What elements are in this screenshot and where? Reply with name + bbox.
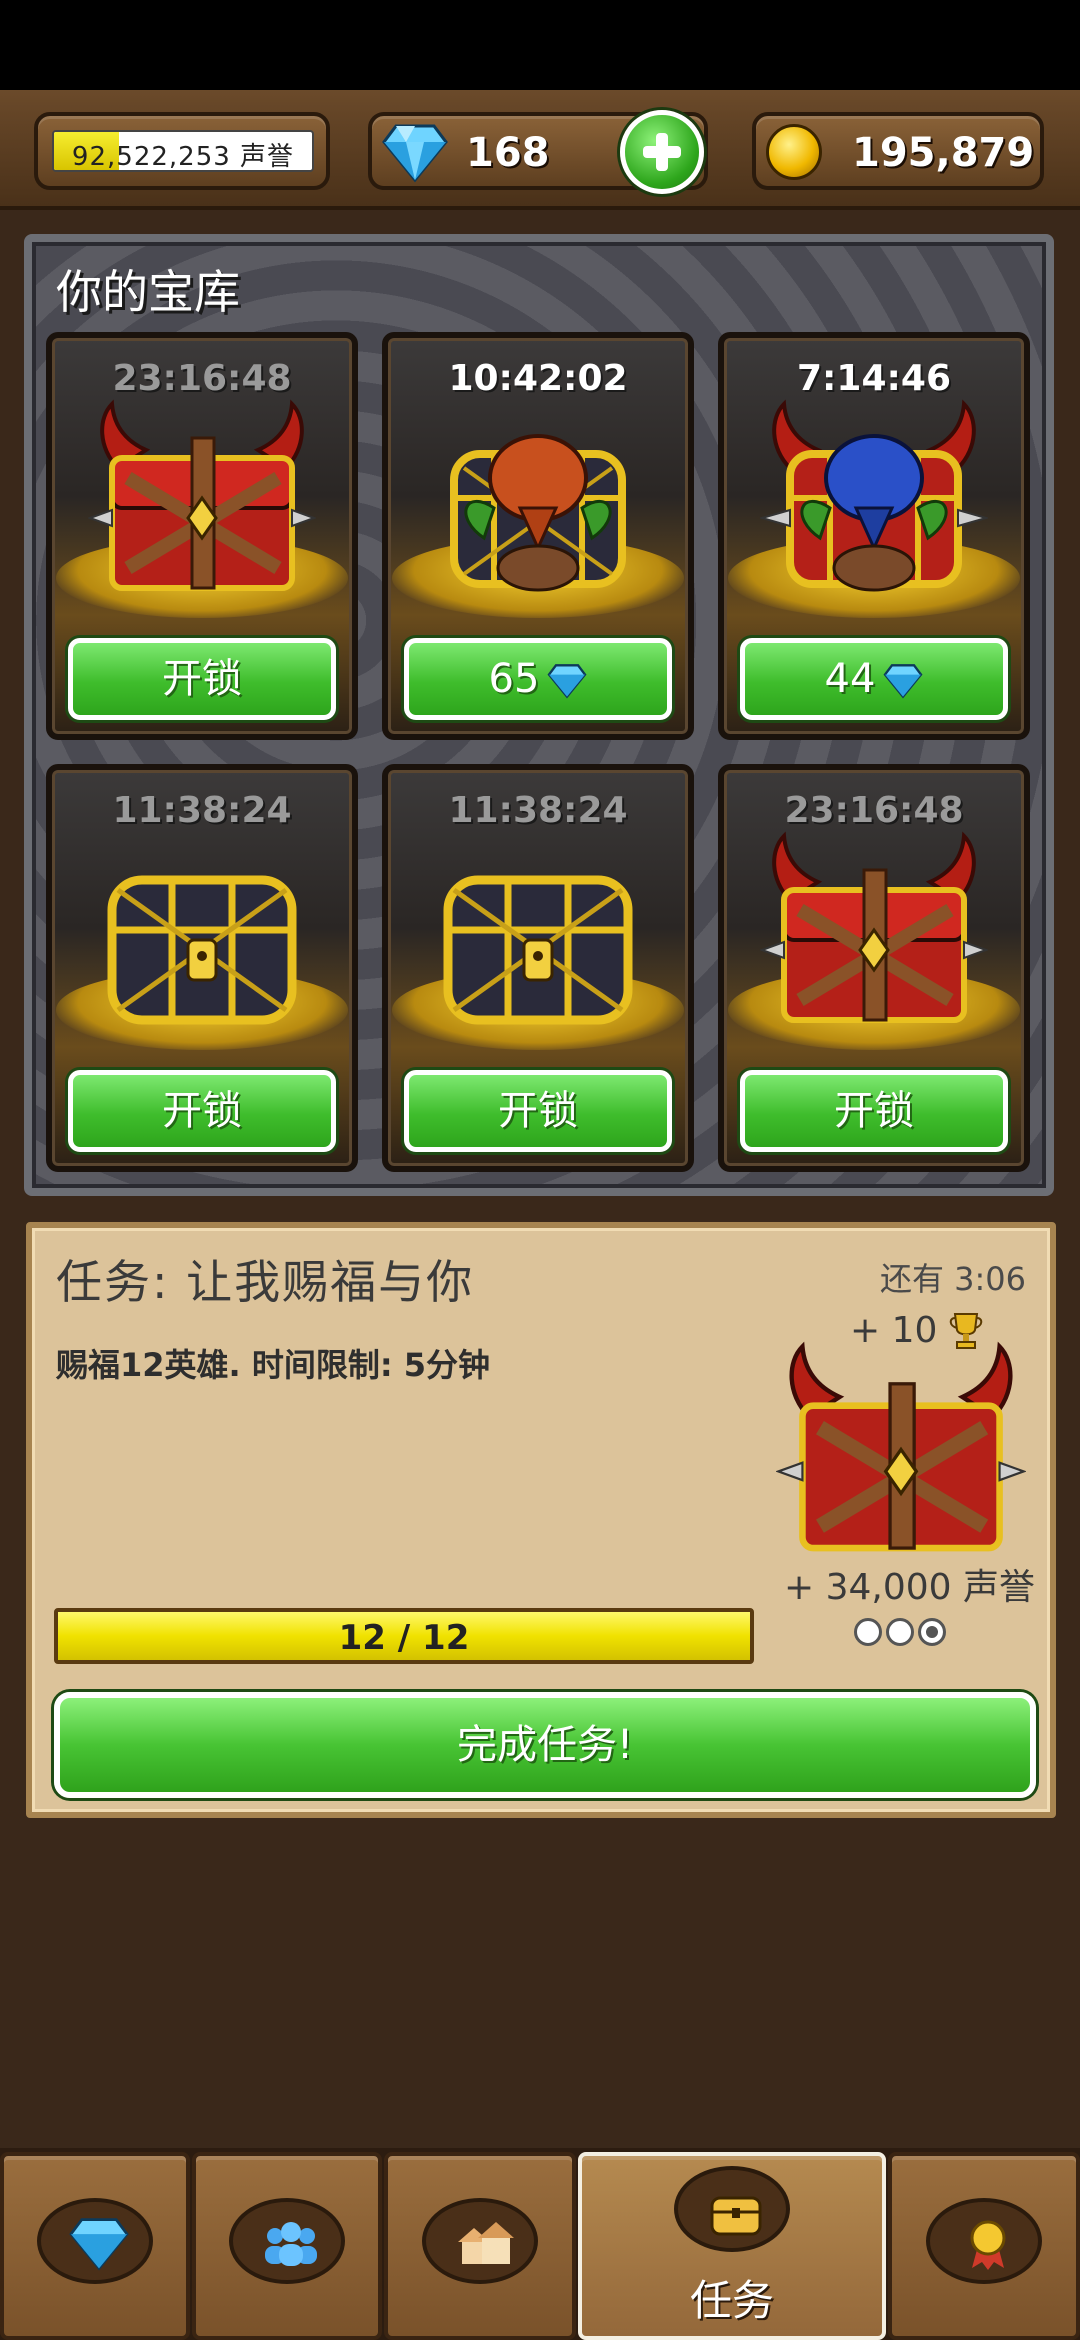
village-icon [458,2222,514,2264]
cage-chest-red-hood-icon [450,434,626,592]
red-horned-chest-icon [760,831,988,1023]
tab-achievements[interactable] [888,2152,1080,2340]
tab-icon-backing [674,2166,790,2252]
reward-chest-icon [776,1341,1026,1552]
gem-cost-value: 44 [824,656,876,702]
chest-timer: 11:38:24 [112,790,292,831]
quest-stars [854,1618,950,1650]
gold-lattice-chest-icon [443,875,633,1025]
chest-timer: 11:38:24 [448,790,628,831]
quest-title: 任务: 让我赐福与你 [56,1255,475,1309]
gem-panel: 168 [368,110,708,194]
gold-panel: 195,879 [752,112,1044,190]
tab-icon-backing [422,2198,538,2284]
gem-icon [382,124,448,183]
heroes-icon [265,2222,317,2266]
chest-timer: 23:16:48 [784,790,964,831]
unlock-button[interactable]: 开锁 [740,1070,1008,1152]
tab-gems[interactable] [0,2152,190,2340]
chest-card[interactable]: 10:42:02 65 [382,332,694,740]
gem-unlock-button[interactable]: 65 [404,638,672,720]
unlock-button[interactable]: 开锁 [68,638,336,720]
bottom-nav: 任务 [0,2148,1080,2340]
chest-timer: 7:14:46 [796,358,952,399]
unlock-button-label: 开锁 [162,656,242,702]
chest-timer: 10:42:02 [448,358,628,399]
tab-quests-label: 任务 [689,2276,774,2325]
chest-card[interactable]: 23:16:48 开锁 [46,332,358,740]
gold-coin-icon [766,124,822,180]
quest-star [886,1618,914,1646]
resource-bar: 92,522,253 声誉 168 195,879 [0,90,1080,210]
quest-description: 赐福12英雄. 时间限制: 5分钟 [56,1346,491,1384]
quest-star [854,1618,882,1646]
chest-card[interactable]: 7:14:46 44 [718,332,1030,740]
chest-timer: 23:16:48 [112,358,292,399]
vault-title: 你的宝库 [56,265,240,319]
tab-icon-backing [926,2198,1042,2284]
chest-icon [710,2196,762,2236]
chest-card[interactable]: 11:38:24 开锁 [46,764,358,1172]
gem-unlock-button[interactable]: 44 [740,638,1008,720]
status-bar [0,0,1080,90]
quest-progress-bar: 12 / 12 [54,1608,754,1664]
reputation-bar: 92,522,253 声誉 [52,130,314,172]
vault-panel: 你的宝库 23:16:48 开锁 10:42:02 65 7:14:46 44 … [24,234,1054,1196]
gold-count: 195,879 [852,130,1035,176]
quest-progress-text: 12 / 12 [338,1618,470,1658]
gem-icon [883,664,923,699]
tab-icon-backing [37,2198,153,2284]
reputation-text: 92,522,253 声誉 [71,142,295,172]
reputation-reward: + 34,000 声誉 [784,1567,1036,1608]
unlock-button-label: 开锁 [162,1088,242,1134]
unlock-button-label: 开锁 [498,1088,578,1134]
gem-cost-value: 65 [488,656,540,702]
gem-icon [547,664,587,699]
chest-card[interactable]: 23:16:48 开锁 [718,764,1030,1172]
tab-village[interactable] [384,2152,576,2340]
tab-quests[interactable]: 任务 [578,2152,886,2340]
tab-icon-backing [229,2198,345,2284]
gold-lattice-chest-icon [107,875,297,1025]
quest-star [918,1618,946,1646]
horned-cage-chest-blue-hood-icon [760,399,988,592]
gem-icon [69,2218,129,2271]
add-gems-button[interactable] [620,110,704,194]
medal-icon [970,2220,1006,2270]
quest-time-left: 还有 3:06 [879,1260,1026,1298]
tab-heroes[interactable] [192,2152,382,2340]
complete-quest-button[interactable]: 完成任务! [54,1692,1036,1798]
unlock-button[interactable]: 开锁 [68,1070,336,1152]
quest-panel: 任务: 让我赐福与你 还有 3:06 赐福12英雄. 时间限制: 5分钟 + 1… [26,1222,1056,1818]
red-horned-chest-icon [88,399,316,591]
unlock-button-label: 开锁 [834,1088,914,1134]
unlock-button[interactable]: 开锁 [404,1070,672,1152]
gem-count: 168 [466,130,550,176]
chest-card[interactable]: 11:38:24 开锁 [382,764,694,1172]
reputation-panel[interactable]: 92,522,253 声誉 [34,112,330,190]
